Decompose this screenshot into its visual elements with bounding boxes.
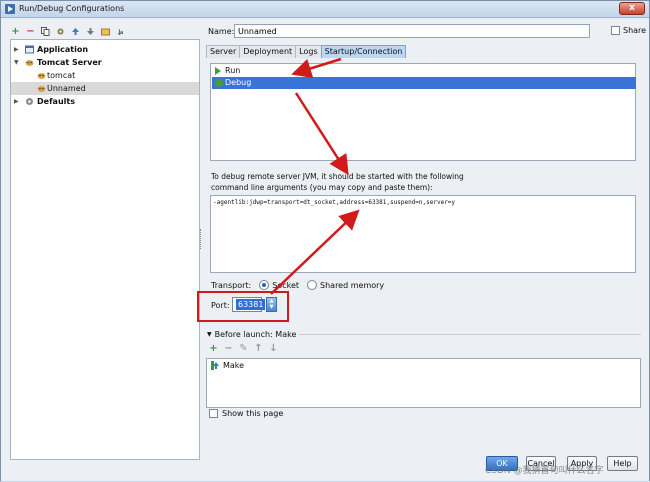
before-launch-toolbar: + − ✎ ↑ ↓ (209, 344, 278, 354)
tab-server[interactable]: Server (206, 45, 241, 58)
close-button[interactable]: x (619, 2, 645, 15)
tree-item-unnamed[interactable]: Unnamed (11, 82, 199, 95)
tree-item-label: Defaults (37, 97, 75, 106)
edit-defaults-icon[interactable] (56, 27, 65, 36)
transport-row: Transport: Socket Shared memory (211, 280, 384, 290)
help-button[interactable]: Help (607, 456, 638, 471)
shared-memory-label[interactable]: Shared memory (320, 281, 384, 290)
tab-deployment[interactable]: Deployment (239, 45, 297, 58)
tomcat-icon (37, 73, 46, 79)
config-toolbar: + − ↓ a (11, 25, 125, 37)
svg-text:a: a (120, 30, 123, 36)
watermark: CSDN @我猜首句叫什么名字 (485, 466, 604, 476)
collapsed-arrow-icon[interactable]: ▶ (14, 43, 22, 56)
checkbox-box[interactable] (611, 26, 620, 35)
info-line-1: To debug remote server JVM, it should be… (211, 172, 464, 181)
list-item-debug[interactable]: Debug (212, 77, 636, 89)
socket-radio[interactable] (259, 280, 270, 290)
list-item-label: Run (225, 66, 241, 75)
collapse-arrow-icon[interactable]: ▼ (207, 331, 212, 338)
expanded-arrow-icon[interactable]: ▼ (14, 56, 22, 69)
tab-bar: Server Deployment Logs Startup/Connectio… (206, 45, 407, 58)
tab-logs[interactable]: Logs (295, 45, 322, 58)
tree-item-label: Tomcat Server (37, 58, 102, 67)
add-task-icon[interactable]: + (209, 344, 218, 354)
edit-task-icon[interactable]: ✎ (239, 344, 248, 354)
move-up-icon[interactable] (71, 27, 80, 36)
app-icon (5, 4, 15, 14)
list-item-make[interactable]: Make (211, 361, 244, 370)
tree-item-tomcat[interactable]: tomcat (11, 69, 199, 82)
tree-item-label: tomcat (47, 71, 76, 80)
share-checkbox[interactable]: Share (611, 26, 646, 35)
annotation-highlight-box (197, 291, 289, 322)
list-item-label: Make (223, 361, 245, 370)
remove-task-icon[interactable]: − (224, 344, 233, 354)
tomcat-icon (37, 86, 46, 92)
dialog-content: + − ↓ a ▶ Application ▼ Tomcat Server tom (1, 19, 649, 481)
list-item-label: Debug (225, 78, 252, 87)
before-launch-label: Before launch: Make (214, 330, 297, 339)
move-down-icon[interactable] (86, 27, 95, 36)
dialog-window: Run/Debug Configurations x + − ↓ a ▶ Appl… (0, 0, 650, 481)
debug-icon (215, 79, 223, 87)
move-down-icon[interactable]: ↓ (269, 344, 278, 354)
name-field[interactable] (234, 24, 590, 38)
show-this-page-checkbox[interactable]: Show this page (209, 409, 283, 418)
tree-item-label: Application (37, 45, 89, 54)
window-title: Run/Debug Configurations (19, 4, 125, 13)
socket-label[interactable]: Socket (272, 281, 299, 290)
share-label: Share (623, 26, 647, 35)
application-icon (25, 45, 34, 54)
list-item-run[interactable]: Run (212, 65, 636, 77)
run-mode-list[interactable]: Run Debug (210, 63, 636, 161)
splitter-handle[interactable] (200, 229, 203, 249)
run-icon (215, 67, 221, 75)
tree-item-application[interactable]: ▶ Application (11, 43, 199, 56)
title-bar: Run/Debug Configurations x (1, 1, 649, 18)
info-line-2: command line arguments (you may copy and… (211, 183, 433, 192)
copy-icon[interactable] (41, 26, 50, 36)
defaults-icon (26, 98, 33, 105)
transport-label: Transport: (211, 280, 252, 290)
checkbox-box[interactable] (209, 409, 218, 418)
command-line-args[interactable]: -agentlib:jdwp=transport=dt_socket,addre… (210, 195, 636, 273)
before-launch-header[interactable]: ▼ Before launch: Make (207, 330, 300, 339)
sort-icon[interactable]: ↓a (116, 27, 125, 36)
move-up-icon[interactable]: ↑ (254, 344, 263, 354)
add-icon[interactable]: + (11, 26, 20, 36)
folder-icon[interactable] (101, 27, 110, 36)
remove-icon[interactable]: − (26, 26, 35, 36)
config-tree[interactable]: ▶ Application ▼ Tomcat Server tomcat Unn… (10, 39, 200, 460)
tomcat-icon (25, 60, 34, 66)
tree-item-defaults[interactable]: ▶ Defaults (11, 95, 199, 108)
collapsed-arrow-icon[interactable]: ▶ (14, 95, 22, 108)
before-launch-list[interactable]: Make (206, 358, 641, 408)
startup-connection-panel: Run Debug To debug remote server JVM, it… (206, 58, 642, 328)
show-this-page-label: Show this page (222, 409, 284, 418)
tree-item-tomcat-server[interactable]: ▼ Tomcat Server (11, 56, 199, 69)
debug-info-text: To debug remote server JVM, it should be… (211, 171, 631, 193)
make-icon (211, 361, 219, 370)
shared-memory-radio[interactable] (307, 280, 318, 290)
tree-item-label: Unnamed (47, 84, 86, 93)
tab-startup-connection[interactable]: Startup/Connection (320, 45, 407, 58)
name-label: Name: (208, 27, 235, 36)
